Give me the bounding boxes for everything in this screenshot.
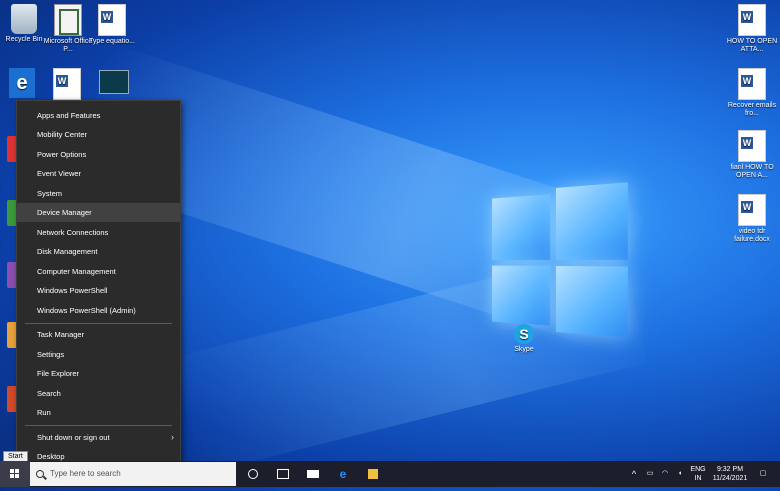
- start-button[interactable]: [0, 461, 30, 487]
- clock-time: 9:32 PM: [708, 465, 752, 474]
- recycle-bin-icon: [11, 4, 37, 34]
- clock-date: 11/24/2021: [708, 474, 752, 483]
- edge-icon: e: [9, 68, 35, 98]
- menu-item-label: Shut down or sign out: [37, 433, 110, 442]
- mail-icon[interactable]: [305, 466, 321, 482]
- word-doc-icon: [738, 68, 766, 100]
- desktop-icon-skype[interactable]: S Skype: [494, 324, 554, 354]
- menu-item-apps-and-features[interactable]: Apps and Features: [17, 106, 180, 125]
- cortana-icon[interactable]: [245, 466, 261, 482]
- skype-icon: S: [514, 324, 534, 344]
- menu-item-windows-powershell-admin[interactable]: Windows PowerShell (Admin): [17, 301, 180, 320]
- windows-icon: [10, 469, 20, 479]
- desktop-icon-label: Recycle Bin: [6, 36, 43, 43]
- menu-item-device-manager[interactable]: Device Manager: [17, 203, 180, 222]
- taskbar-search-box[interactable]: Type here to search: [30, 462, 236, 486]
- volume-icon[interactable]: ◖: [674, 461, 686, 487]
- menu-separator: [25, 323, 172, 324]
- store-icon[interactable]: [365, 466, 381, 482]
- desktop-icon-label: Type equatio...: [89, 38, 135, 45]
- menu-item-windows-powershell[interactable]: Windows PowerShell: [17, 281, 180, 300]
- menu-item-search[interactable]: Search: [17, 384, 180, 403]
- menu-item-system[interactable]: System: [17, 184, 180, 203]
- desktop-icon-how-to-open-attachments[interactable]: HOW TO OPEN ATTA...: [722, 4, 780, 54]
- word-doc-icon: [98, 4, 126, 36]
- menu-item-shut-down-or-sign-out[interactable]: Shut down or sign out ›: [17, 428, 180, 447]
- menu-item-network-connections[interactable]: Network Connections: [17, 223, 180, 242]
- edge-icon[interactable]: e: [335, 466, 351, 482]
- desktop-icon-label: Skype: [514, 346, 533, 353]
- menu-item-file-explorer[interactable]: File Explorer: [17, 364, 180, 383]
- word-doc-icon: [738, 4, 766, 36]
- menu-item-settings[interactable]: Settings: [17, 345, 180, 364]
- chevron-up-icon[interactable]: ^: [628, 461, 640, 487]
- desktop-icon-screenshot[interactable]: [84, 70, 144, 96]
- menu-item-power-options[interactable]: Power Options: [17, 145, 180, 164]
- office-icon: [54, 4, 82, 36]
- desktop-icon-label: fianl HOW TO OPEN A...: [730, 164, 773, 179]
- desktop-icon-label: Recover emails fro...: [728, 102, 776, 117]
- menu-item-run[interactable]: Run: [17, 403, 180, 422]
- wifi-icon[interactable]: ◠: [659, 461, 671, 487]
- search-placeholder: Type here to search: [50, 469, 121, 478]
- desktop-icon-label: HOW TO OPEN ATTA...: [727, 38, 777, 53]
- windows-logo-wallpaper: [492, 182, 628, 337]
- lang-code: ENG: [688, 465, 708, 474]
- menu-item-mobility-center[interactable]: Mobility Center: [17, 125, 180, 144]
- menu-separator: [25, 425, 172, 426]
- menu-item-computer-management[interactable]: Computer Management: [17, 262, 180, 281]
- chevron-right-icon: ›: [171, 428, 174, 447]
- word-doc-icon: [53, 68, 81, 100]
- image-file-icon: [99, 70, 129, 94]
- task-view-icon[interactable]: [275, 466, 291, 482]
- desktop-icon-label: video tdr failure.docx: [734, 228, 770, 243]
- power-user-menu: Apps and Features Mobility Center Power …: [16, 100, 181, 472]
- desktop-icon-type-equation[interactable]: Type equatio...: [82, 4, 142, 46]
- taskbar: Type here to search e ^ ▭ ◠ ◖ ENG IN 9:3…: [0, 461, 780, 487]
- menu-item-event-viewer[interactable]: Event Viewer: [17, 164, 180, 183]
- menu-item-task-manager[interactable]: Task Manager: [17, 325, 180, 344]
- desktop-icon-recover-emails[interactable]: Recover emails fro...: [722, 68, 780, 118]
- word-doc-icon: [738, 130, 766, 162]
- word-doc-icon: [738, 194, 766, 226]
- desktop-icon-fianl-how-to-open[interactable]: fianl HOW TO OPEN A...: [722, 130, 780, 180]
- search-icon: [36, 470, 44, 478]
- lang-region: IN: [688, 474, 708, 483]
- desktop-icon-video-tdr-failure[interactable]: video tdr failure.docx: [722, 194, 780, 244]
- menu-item-disk-management[interactable]: Disk Management: [17, 242, 180, 261]
- notification-icon[interactable]: ▢: [756, 461, 770, 487]
- network-icon[interactable]: ▭: [644, 461, 656, 487]
